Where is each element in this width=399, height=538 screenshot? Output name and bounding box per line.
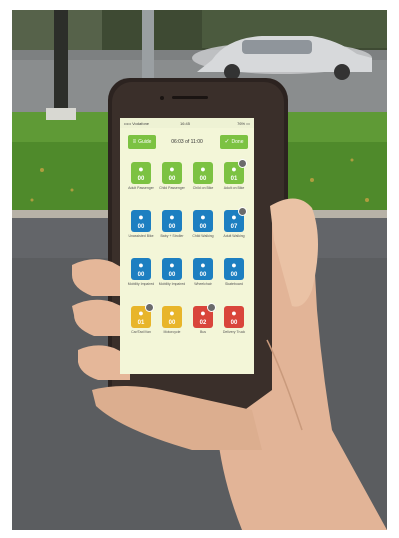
tile-label: Mobility Impaired: [127, 282, 155, 286]
tile-label: Baby + Stroller: [160, 234, 184, 238]
tile-count: 02: [199, 320, 207, 326]
tile-count: 00: [137, 272, 145, 278]
tile-skate[interactable]: ● 00: [224, 258, 244, 280]
tile-count: 01: [137, 320, 145, 326]
child-bike-icon: ●: [200, 164, 206, 174]
walker-assist-icon: ●: [169, 260, 175, 270]
tile-walker[interactable]: ● 00: [131, 210, 151, 232]
done-button-label: Done: [231, 139, 244, 145]
tile-label: Adult Passenger: [128, 186, 154, 190]
pedestrian-icon: ●: [138, 164, 144, 174]
tile-label: Child Passenger: [159, 186, 185, 190]
tile-bus[interactable]: ● 02: [193, 303, 216, 328]
cane-icon: ●: [138, 260, 144, 270]
wheelchair-icon: ●: [200, 260, 206, 270]
child-walk-icon: ●: [200, 212, 206, 222]
clock-label: 16:45: [180, 121, 191, 126]
check-icon: ✓: [224, 139, 230, 145]
tile-count: 00: [199, 272, 207, 278]
tile-badge: [145, 303, 154, 312]
phone-screen: ••••• Vodafone 16:45 76% ▭ ≡ Guide 06:03 …: [120, 118, 254, 374]
tile-adult-walk[interactable]: ● 07: [224, 207, 247, 232]
tile-walker-assist[interactable]: ● 00: [162, 258, 182, 280]
bike-icon: ●: [169, 164, 175, 174]
tile-label: Child Walking: [192, 234, 214, 238]
tile-truck[interactable]: ● 00: [224, 306, 244, 328]
tile-motorcycle[interactable]: ● 00: [162, 306, 182, 328]
stroller-icon: ●: [169, 212, 175, 222]
tile-count: 00: [168, 176, 176, 182]
tile-label: Adult on Bike: [223, 186, 245, 190]
tile-label: Wheelchair: [194, 282, 212, 286]
guide-button[interactable]: ≡ Guide: [128, 135, 156, 149]
menu-icon: ≡: [132, 139, 137, 145]
status-bar: ••••• Vodafone 16:45 76% ▭: [120, 118, 254, 128]
tile-child-bike[interactable]: ● 00: [193, 162, 213, 184]
tile-label: Child on Bike: [192, 186, 214, 190]
tile-count: 07: [230, 224, 238, 230]
tile-count: 00: [199, 176, 207, 182]
tile-count: 01: [230, 176, 238, 182]
tile-label: Adult Walking: [223, 234, 245, 238]
skate-icon: ●: [231, 260, 237, 270]
tile-bike[interactable]: ● 00: [162, 162, 182, 184]
tile-pedestrian[interactable]: ● 00: [131, 162, 151, 184]
tile-badge: [238, 207, 247, 216]
tile-badge: [207, 303, 216, 312]
tile-badge: [238, 159, 247, 168]
tile-adult-bike[interactable]: ● 01: [224, 159, 247, 184]
tile-label: Bus: [199, 330, 207, 334]
truck-icon: ●: [231, 308, 237, 318]
tile-stroller[interactable]: ● 00: [162, 210, 182, 232]
tile-count: 00: [168, 272, 176, 278]
tile-label: Unassisted Bike: [128, 234, 154, 238]
top-bar: ≡ Guide 06:03 of 11:00 ✓ Done: [120, 130, 254, 154]
guide-button-label: Guide: [138, 139, 152, 145]
tile-label: Mobility Impaired: [158, 282, 186, 286]
tile-count: 00: [168, 224, 176, 230]
motorcycle-icon: ●: [169, 308, 175, 318]
tile-count: 00: [168, 320, 176, 326]
tile-count: 00: [230, 320, 238, 326]
tile-count: 00: [230, 272, 238, 278]
tile-label: Delivery Truck: [222, 330, 246, 334]
walker-icon: ●: [138, 212, 144, 222]
tile-wheelchair[interactable]: ● 00: [193, 258, 213, 280]
tile-count: 00: [137, 224, 145, 230]
tile-car[interactable]: ● 01: [131, 303, 154, 328]
tile-count: 00: [137, 176, 145, 182]
tile-cane[interactable]: ● 00: [131, 258, 151, 280]
session-counter: 06:03 of 11:00: [171, 139, 203, 145]
tile-count: 00: [199, 224, 207, 230]
done-button[interactable]: ✓ Done: [220, 135, 248, 149]
tile-label: Car/Taxi/Van: [131, 330, 151, 334]
carrier-label: ••••• Vodafone: [124, 121, 150, 126]
tile-child-walk[interactable]: ● 00: [193, 210, 213, 232]
tile-label: Skateboard: [225, 282, 243, 286]
tile-label: Motorcycle: [163, 330, 181, 334]
battery-label: 76% ▭: [237, 121, 250, 126]
